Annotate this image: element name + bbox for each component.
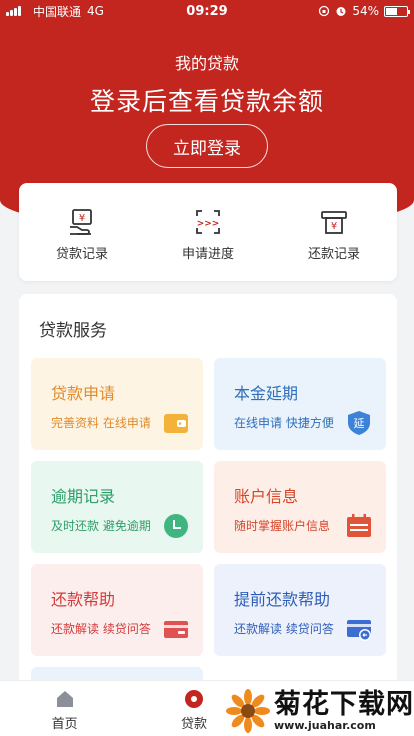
repay-record-icon: ¥ [321, 211, 347, 234]
svg-text:¥: ¥ [79, 213, 85, 224]
signal-icon [6, 6, 21, 16]
card-return-icon [347, 620, 371, 641]
tile-title: 提前还款帮助 [234, 590, 331, 609]
extend-shield-icon: 延 [348, 411, 370, 435]
section-title: 贷款服务 [39, 321, 107, 341]
page-title: 我的贷款 [174, 54, 239, 73]
svg-text:>>>: >>> [197, 219, 220, 229]
quick-item-loan-record[interactable]: ¥ 贷款记录 [19, 183, 145, 281]
service-account-info[interactable]: 账户信息 随时掌握账户信息 [214, 461, 386, 553]
wallet-icon [164, 414, 188, 433]
quick-item-label: 还款记录 [307, 247, 360, 262]
calendar-icon [347, 514, 371, 537]
flower-logo-icon [226, 689, 270, 733]
carrier-name: 中国联通 [33, 4, 82, 19]
service-loan-apply[interactable]: 贷款申请 完善资料 在线申请 [31, 358, 203, 450]
network-type: 4G [87, 4, 104, 18]
tile-title: 本金延期 [234, 384, 299, 403]
tile-title: 贷款申请 [51, 384, 116, 403]
watermark-name: 菊花下载网 [274, 689, 414, 721]
loan-record-icon: ¥ [70, 209, 92, 235]
status-bar: 中国联通 4G 09:29 54% [0, 0, 414, 22]
nav-label: 贷款 [181, 717, 208, 732]
rotation-lock-icon [319, 5, 330, 17]
quick-item-progress[interactable]: >>> 申请进度 [145, 183, 271, 281]
quick-item-label: 申请进度 [181, 247, 234, 262]
service-repay-help[interactable]: 还款帮助 还款解读 续贷问答 [31, 564, 203, 656]
watermark: 菊花下载网 www.juahar.com [226, 686, 414, 736]
quick-item-label: 贷款记录 [55, 247, 108, 262]
card-icon [164, 621, 188, 638]
clock-icon [164, 514, 188, 538]
loan-services-card: 贷款服务 贷款申请 完善资料 在线申请 本金延期 在线申请 快捷方便 延 逾期记… [19, 294, 397, 694]
progress-icon: >>> [196, 210, 220, 234]
tile-title: 逾期记录 [51, 487, 116, 506]
battery-percent: 54% [352, 4, 379, 18]
balance-prompt: 登录后查看贷款余额 [89, 87, 324, 116]
loan-icon [185, 690, 204, 708]
login-button[interactable]: 立即登录 [146, 124, 268, 168]
quick-item-repay-record[interactable]: ¥ 还款记录 [271, 183, 397, 281]
nav-home[interactable]: 首页 [0, 681, 129, 736]
alarm-icon [336, 7, 346, 16]
nav-label: 首页 [51, 717, 78, 732]
battery-icon [384, 5, 410, 17]
tile-title: 账户信息 [234, 487, 299, 506]
watermark-url: www.juahar.com [274, 718, 376, 732]
service-prepay-help[interactable]: 提前还款帮助 还款解读 续贷问答 [214, 564, 386, 656]
service-overdue-record[interactable]: 逾期记录 及时还款 避免逾期 [31, 461, 203, 553]
tile-title: 还款帮助 [51, 590, 116, 609]
quick-actions-card: ¥ 贷款记录 >>> 申请进度 ¥ 还款记录 [19, 183, 397, 281]
svg-text:延: 延 [354, 417, 365, 430]
service-principal-extension[interactable]: 本金延期 在线申请 快捷方便 延 [214, 358, 386, 450]
home-icon [56, 691, 73, 707]
svg-text:¥: ¥ [331, 221, 337, 232]
